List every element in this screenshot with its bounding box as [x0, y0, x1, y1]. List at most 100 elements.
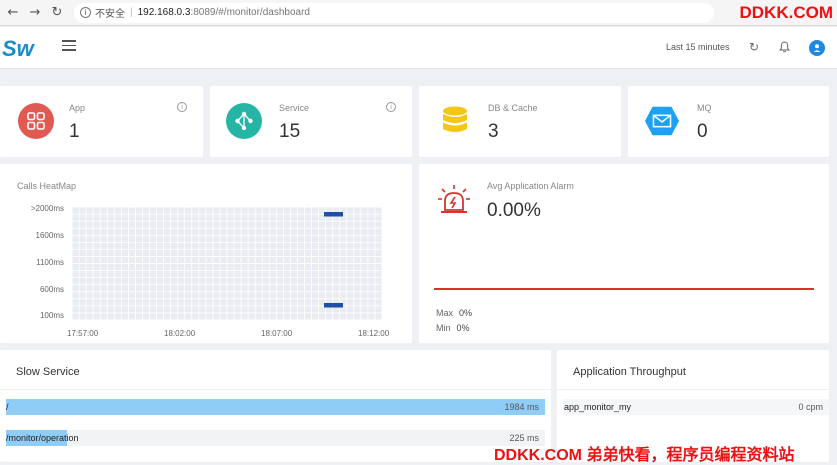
heatmap-cell — [121, 214, 128, 221]
heatmap-cell — [142, 292, 150, 299]
alarm-value: 0.00% — [487, 200, 541, 221]
heatmap-cell — [128, 249, 136, 257]
heatmap-cell — [156, 249, 164, 257]
heatmap-cell — [100, 249, 107, 257]
heatmap-cell — [361, 306, 368, 313]
heatmap-cell — [269, 278, 276, 285]
heatmap-cell — [163, 299, 171, 306]
heatmap-cell — [185, 242, 192, 249]
stat-card-db-cache[interactable]: DB & Cache 3 — [419, 86, 621, 157]
heatmap-cell — [72, 278, 79, 285]
heatmap-cell — [283, 313, 291, 320]
heatmap-cell — [199, 228, 206, 235]
heatmap-cell — [248, 249, 255, 257]
heatmap-cell — [227, 263, 234, 271]
heatmap-cell — [206, 242, 213, 249]
heatmap-cell — [135, 278, 143, 285]
heatmap-cell — [220, 256, 227, 264]
user-avatar-icon[interactable] — [809, 40, 825, 56]
heatmap-cell — [178, 256, 185, 264]
heatmap-cell — [121, 263, 128, 271]
heatmap-cell — [234, 306, 241, 313]
heatmap-cell — [192, 221, 199, 228]
heatmap-cell — [206, 221, 213, 228]
heatmap-cell — [276, 299, 283, 306]
y-axis-label: 600ms — [39, 285, 64, 294]
heatmap-cell — [86, 299, 93, 306]
heatmap-hot-cell[interactable] — [324, 212, 343, 217]
heatmap-cell — [135, 221, 143, 228]
heatmap-cell — [304, 313, 312, 320]
heatmap-cell — [248, 285, 255, 292]
heatmap-cell — [354, 278, 361, 285]
address-bar[interactable]: i 不安全 | 192.168.0.3 :8089/#/monitor/dash… — [74, 2, 714, 23]
heatmap-cell — [86, 285, 93, 292]
heatmap-cell — [227, 292, 234, 299]
stat-card-app[interactable]: App 1 i — [0, 86, 203, 157]
info-icon[interactable]: i — [386, 102, 396, 112]
heatmap-cell — [269, 270, 276, 278]
database-icon — [437, 103, 473, 139]
time-range-selector[interactable]: Last 15 minutes — [666, 42, 730, 52]
heatmap-cell — [361, 214, 368, 221]
heatmap-cell — [185, 256, 192, 264]
heatmap-cell — [304, 207, 312, 214]
logo[interactable]: Sw — [2, 36, 34, 62]
heatmap-cell — [276, 214, 283, 221]
heatmap-cell — [199, 313, 206, 320]
heatmap-cell — [333, 313, 340, 320]
heatmap-cell — [241, 235, 248, 242]
heatmap-cell — [354, 270, 361, 278]
heatmap-cell — [79, 292, 86, 299]
reload-icon[interactable]: ↻ — [48, 4, 66, 22]
heatmap-cell — [135, 235, 143, 242]
info-icon[interactable]: i — [177, 102, 187, 112]
heatmap-cell — [340, 313, 347, 320]
heatmap-cell — [269, 299, 276, 306]
heatmap-cell — [178, 306, 185, 313]
heatmap-cell — [375, 214, 382, 221]
heatmap-cell — [269, 221, 276, 228]
heatmap-cell — [93, 214, 100, 221]
heatmap-cell — [318, 242, 326, 249]
heatmap-cell — [311, 228, 319, 235]
info-icon[interactable]: i — [80, 7, 91, 18]
heatmap-cell — [269, 214, 276, 221]
slow-service-row[interactable]: / 1984 ms — [6, 399, 545, 415]
heatmap-cell — [340, 285, 347, 292]
heatmap-cell — [107, 221, 114, 228]
heatmap-cell — [93, 207, 100, 214]
stat-card-service[interactable]: Service 15 i — [210, 86, 412, 157]
heatmap-cell — [206, 249, 213, 257]
heatmap-cell — [354, 228, 361, 235]
heatmap-cell — [72, 235, 79, 242]
refresh-icon[interactable]: ↻ — [747, 40, 761, 54]
throughput-value: 0 cpm — [798, 402, 823, 412]
bell-icon[interactable] — [777, 40, 791, 54]
heatmap-cell — [79, 256, 86, 264]
forward-arrow-icon[interactable]: → — [26, 4, 44, 22]
menu-toggle-icon[interactable] — [62, 40, 76, 52]
heatmap-cell — [149, 249, 157, 257]
heatmap-cell — [100, 285, 107, 292]
heatmap-cell — [142, 228, 150, 235]
heatmap-cell — [375, 263, 382, 271]
heatmap-cell — [121, 256, 128, 264]
back-arrow-icon[interactable]: ← — [4, 4, 22, 22]
heatmap-cell — [185, 221, 192, 228]
heatmap-cell — [72, 221, 79, 228]
heatmap-cell — [171, 278, 178, 285]
watermark-bottom: DDKK.COM 弟弟快看，程序员编程资料站 — [494, 447, 795, 464]
throughput-row[interactable]: app_monitor_my 0 cpm — [563, 399, 829, 415]
stat-card-mq[interactable]: MQ 0 — [628, 86, 829, 157]
heatmap-cell — [171, 242, 178, 249]
heatmap-cell — [107, 299, 114, 306]
heatmap-cell — [283, 249, 291, 257]
heatmap-cell — [318, 249, 326, 257]
heatmap-cell — [192, 214, 199, 221]
heatmap-cell — [72, 292, 79, 299]
alarm-icon — [437, 184, 471, 221]
slow-service-row[interactable]: /monitor/operation 225 ms — [6, 430, 545, 446]
heatmap-hot-cell[interactable] — [324, 303, 343, 308]
heatmap-cell — [326, 242, 333, 249]
